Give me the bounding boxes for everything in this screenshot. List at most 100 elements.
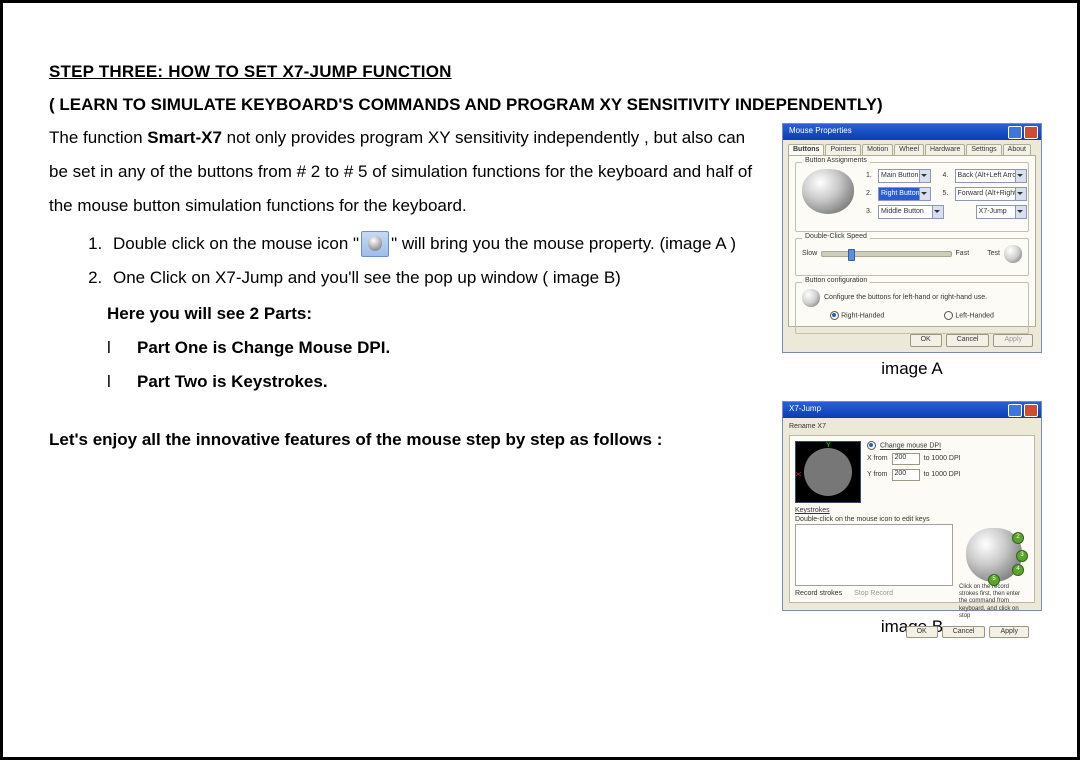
dropdown-4[interactable]: Back (Alt+Left Arrow): [955, 169, 1027, 183]
y-input[interactable]: 200: [892, 469, 920, 481]
test-mouse-icon[interactable]: [1004, 245, 1022, 263]
help-icon[interactable]: [1008, 126, 1022, 139]
step-subtitle: ( LEARN TO SIMULATE KEYBOARD'S COMMANDS …: [49, 92, 1047, 118]
change-dpi-label: Change mouse DPI: [880, 443, 941, 450]
config-text: Configure the buttons for left-hand or r…: [824, 294, 1022, 302]
left-column: The function Smart-X7 not only provides …: [49, 121, 777, 638]
keystrokes-textarea[interactable]: [795, 524, 953, 586]
tab-settings[interactable]: Settings: [966, 144, 1001, 155]
ok-button-b[interactable]: OK: [906, 626, 938, 638]
ok-button[interactable]: OK: [910, 334, 942, 346]
speed-slider[interactable]: [821, 251, 951, 257]
p2-text: Double-click on the mouse icon to edit k…: [795, 516, 1029, 524]
rh-label: Right-Handed: [841, 312, 884, 319]
intro-pre: The function: [49, 128, 147, 147]
figb-top-row: Y X Change mouse DPI X from 200 to 1000 DP…: [795, 441, 1029, 503]
group3-legend: Button configuration: [802, 277, 870, 285]
dropdown-3[interactable]: Middle Button: [878, 205, 944, 219]
config-row: Configure the buttons for left-hand or r…: [802, 289, 1022, 307]
mouse-icon: [361, 231, 389, 257]
dialog-b-buttons: OK Cancel Apply: [795, 626, 1029, 638]
tab-motion[interactable]: Motion: [862, 144, 893, 155]
radio-row: Right-Handed Left-Handed: [802, 311, 1022, 321]
y-row: Y from200to 1000 DPI: [867, 469, 1029, 481]
cancel-button[interactable]: Cancel: [946, 334, 990, 346]
dot-3[interactable]: 3: [1016, 550, 1028, 562]
apply-button-b[interactable]: Apply: [989, 626, 1029, 638]
fan-icon: [804, 448, 852, 496]
step1-text-a: Double click on the mouse icon ": [113, 234, 359, 253]
apply-button[interactable]: Apply: [993, 334, 1033, 346]
y-axis-label: Y: [826, 442, 831, 450]
minimize-icon[interactable]: [1008, 404, 1022, 417]
assign-row-1: 1. Main Button 4. Back (Alt+Left Arrow): [866, 169, 1027, 183]
button-assignments-group: Button Assignments 1.Main Button4.Back (…: [795, 162, 1029, 232]
figb-mid: Record strokes Stop Record 2 3 4 5: [795, 524, 1029, 620]
p1-label: Change mouse DPI: [867, 441, 1029, 451]
tab-pointers[interactable]: Pointers: [825, 144, 861, 155]
dropdown-5[interactable]: Forward (Alt+Right Arrow): [955, 187, 1027, 201]
dpi-fields: Change mouse DPI X from 200 to 1000 DPI Y …: [867, 441, 1029, 503]
intro-paragraph: The function Smart-X7 not only provides …: [49, 121, 757, 223]
p2-label: Keystrokes: [795, 507, 1029, 515]
group2-legend: Double-Click Speed: [802, 233, 870, 241]
x-label: X from: [867, 455, 888, 463]
dropdown-1[interactable]: Main Button: [878, 169, 931, 183]
dpi-graphic: Y X: [795, 441, 861, 503]
close-icon[interactable]: [1024, 126, 1038, 139]
part-one-row: lPart One is Change Mouse DPI.: [107, 331, 757, 365]
tab-hardware[interactable]: Hardware: [925, 144, 965, 155]
titlebar-b: X7-Jump: [783, 402, 1041, 418]
num4: 4.: [943, 172, 951, 180]
window-controls-b: [1008, 404, 1038, 417]
mouse-image: [802, 169, 854, 214]
cancel-button-b[interactable]: Cancel: [942, 626, 986, 638]
stop-record-button[interactable]: Stop Record: [854, 590, 893, 598]
bullet-symbol: l: [107, 365, 137, 399]
slider-row: Slow Fast Test: [802, 245, 1022, 263]
assign-row-3: 3. Middle Button X7-Jump: [866, 205, 1027, 219]
instruction-item-2: One Click on X7-Jump and you'll see the …: [107, 261, 757, 295]
x-row: X from 200 to 1000 DPI: [867, 453, 1029, 465]
x-axis-label: X: [796, 472, 804, 477]
tab-buttons[interactable]: Buttons: [788, 144, 824, 155]
left-handed-option[interactable]: Left-Handed: [944, 311, 994, 321]
group1-legend: Button Assignments: [802, 157, 870, 165]
close-icon[interactable]: [1024, 404, 1038, 417]
panel-a: Button Assignments 1. Main Button 4. Back (…: [788, 155, 1036, 327]
mouse-diagram: 2 3 4 5: [966, 528, 1022, 582]
x-to: to 1000 DPI: [924, 455, 961, 463]
radio-icon: [830, 311, 839, 320]
figb-right-mouse: 2 3 4 5 Click on the record strokes firs…: [959, 524, 1029, 620]
image-b-dialog: X7-Jump Rename X7 Y X: [782, 401, 1042, 611]
dot-2[interactable]: 2: [1012, 532, 1024, 544]
hint-text: Click on the record strokes first, then …: [959, 584, 1029, 620]
dropdown-x7[interactable]: X7-Jump: [976, 205, 1027, 219]
dialog-a-buttons: OK Cancel Apply: [910, 334, 1033, 346]
dropdown-2[interactable]: Right Button: [878, 187, 931, 201]
fast-label: Fast: [956, 250, 970, 258]
dot-5[interactable]: 5: [988, 574, 1000, 586]
window-title-a: Mouse Properties: [789, 126, 852, 135]
radio-icon[interactable]: [867, 441, 876, 450]
num5: 5.: [943, 190, 951, 198]
instruction-item-1: Double click on the mouse icon "" will b…: [107, 227, 757, 261]
x-input[interactable]: 200: [892, 453, 920, 465]
right-handed-option[interactable]: Right-Handed: [830, 311, 884, 321]
test-label: Test: [987, 250, 1000, 258]
window-title-b: X7-Jump: [789, 404, 821, 413]
tab-about[interactable]: About: [1003, 144, 1031, 155]
panel-b: Y X Change mouse DPI X from 200 to 1000 DP…: [789, 435, 1035, 603]
record-btn-row: Record strokes Stop Record: [795, 590, 953, 598]
titlebar-a: Mouse Properties: [783, 124, 1041, 140]
tab-wheel[interactable]: Wheel: [894, 144, 924, 155]
radio-icon: [944, 311, 953, 320]
content-row: The function Smart-X7 not only provides …: [49, 121, 1047, 638]
record-strokes-button[interactable]: Record strokes: [795, 590, 842, 598]
slider-thumb[interactable]: [848, 249, 855, 261]
step-title: STEP THREE: HOW TO SET X7-JUMP FUNCTION: [49, 55, 1047, 89]
dot-4[interactable]: 4: [1012, 564, 1024, 576]
num3: 3.: [866, 208, 874, 216]
instruction-list: Double click on the mouse icon "" will b…: [49, 227, 757, 295]
num1: 1.: [866, 172, 874, 180]
